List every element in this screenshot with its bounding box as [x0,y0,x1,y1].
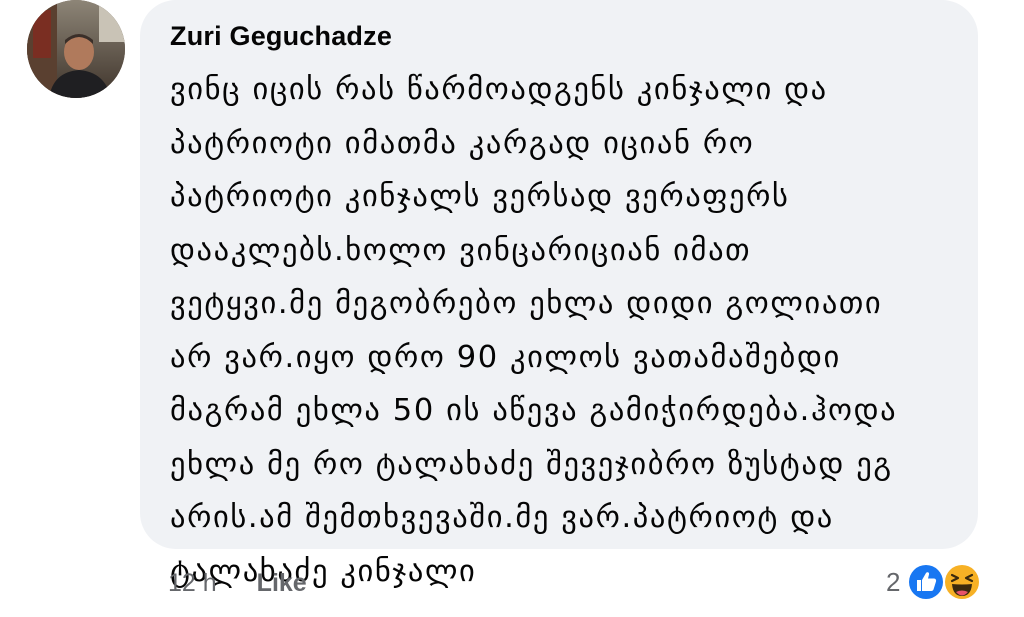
avatar[interactable] [27,0,125,98]
comment-actions: 12 h Like [168,563,307,603]
comment-line: არის.ამ შემთხვევაში.მე ვარ.პატრიოტ და [170,500,834,535]
comment-line: პატრიოტი იმათმა კარგად იციან რო [170,125,755,161]
comment-line: მაგრამ ეხლა 50 ის აწევა გამიჭირდება.ჰოდა [170,393,898,428]
like-icon [907,563,946,601]
comment-line: დააკლებს.ხოლო ვინცარიციან იმათ [170,232,752,268]
like-button[interactable]: Like [257,569,307,598]
comment-line: ვინც იცის რას წარმოადგენს კინჯალი და [170,72,828,107]
comment-text: ვინც იცის რას წარმოადგენს კინჯალი და პატ… [170,63,948,598]
comment-line: ვეტყვი.მე მეგობრებო ეხლა დიდი გოლიათი [170,286,883,321]
avatar-photo [27,0,125,98]
timestamp[interactable]: 12 h [168,569,217,598]
reactions-summary[interactable]: 2 [886,560,982,604]
comment-line: არ ვარ.იყო დრო 90 კილოს ვათამაშებდი [170,339,841,375]
reaction-count: 2 [886,566,901,597]
haha-icon [943,563,982,601]
comment-line: ეხლა მე რო ტალახაძე შევეჯიბრო ზუსტად ეგ [170,446,893,482]
author-name[interactable]: Zuri Geguchadze [170,18,948,54]
comment-bubble: Zuri Geguchadze ვინც იცის რას წარმოადგენ… [140,0,978,589]
comment-line: პატრიოტი კინჯალს ვერსად ვერაფერს [170,179,790,214]
comment: Zuri Geguchadze ვინც იცის რას წარმოადგენ… [0,0,1024,617]
